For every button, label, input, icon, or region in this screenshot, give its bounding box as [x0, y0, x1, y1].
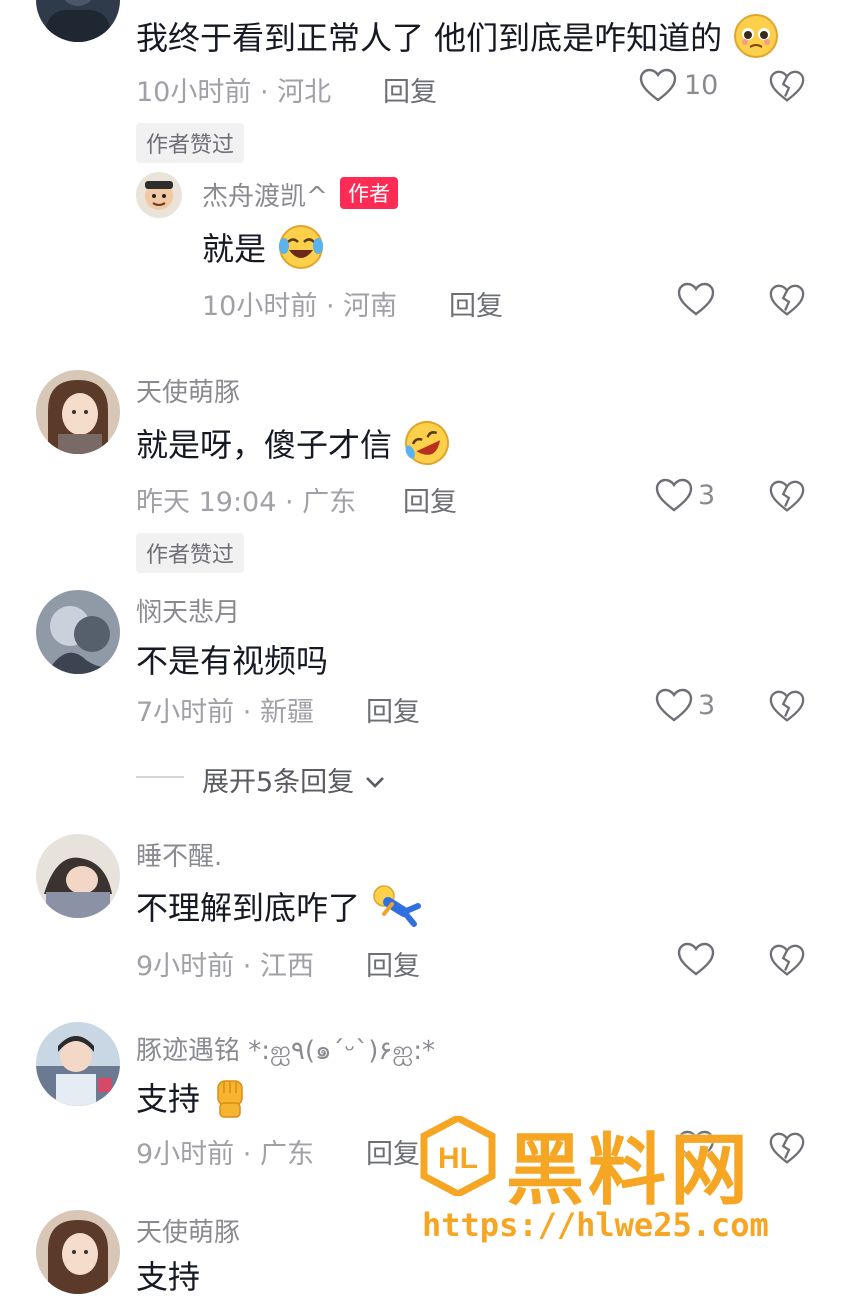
like-count: 3: [698, 480, 716, 511]
crying-laughing-icon: [276, 222, 326, 280]
author-badge: 作者: [340, 177, 398, 209]
reply-button[interactable]: 回复: [366, 690, 420, 729]
avatar[interactable]: [36, 590, 120, 674]
watermark-brand: 黑料网: [506, 1126, 753, 1216]
comment-text: 就是: [202, 222, 326, 280]
comment-meta: 昨天 19:04 · 广东: [136, 487, 357, 518]
broken-heart-icon[interactable]: [768, 478, 808, 518]
like-count: 3: [698, 690, 716, 721]
avatar[interactable]: [136, 172, 182, 218]
broken-heart-icon[interactable]: [768, 68, 808, 108]
reply-button[interactable]: 回复: [366, 1132, 420, 1171]
avatar[interactable]: [36, 0, 120, 42]
raised-fist-icon: [210, 1075, 250, 1127]
comment-text: 支持: [136, 1074, 250, 1127]
comment-text: 不理解到底咋了: [136, 882, 426, 938]
like-count: 10: [684, 70, 719, 101]
comment-meta: 10小时前 · 河北: [136, 77, 332, 108]
heart-icon[interactable]: [676, 940, 720, 984]
comment-meta: 9小时前 · 江西: [136, 951, 314, 982]
comment-meta: 10小时前 · 河南: [202, 291, 398, 322]
comment-text: 我终于看到正常人了 他们到底是咋知道的: [136, 12, 780, 68]
comment-text: 不是有视频吗: [136, 642, 329, 680]
watermark-logo-icon: HL: [420, 1114, 496, 1200]
username[interactable]: 豚迹遇铭 *:ஐ٩(๑´ᵕ`)۶ஐ:*: [136, 1030, 435, 1071]
heart-icon[interactable]: [638, 66, 682, 110]
broken-heart-icon[interactable]: [768, 688, 808, 728]
comment-text: 就是呀，傻子才信: [136, 418, 452, 476]
reply-button[interactable]: 回复: [366, 944, 420, 983]
comment-meta: 7小时前 · 新疆: [136, 697, 314, 728]
pleading-face-icon: [732, 12, 780, 68]
falling-person-icon: [370, 882, 426, 938]
username[interactable]: 杰舟渡凯^: [202, 176, 328, 213]
username[interactable]: 悯天悲月: [136, 592, 240, 629]
watermark: HL 黑料网 https://hlwe25.com: [420, 1108, 820, 1248]
rolling-laughing-icon: [402, 418, 452, 476]
expand-replies-button[interactable]: 展开5条回复: [202, 760, 387, 799]
reply-button[interactable]: 回复: [449, 284, 503, 323]
broken-heart-icon[interactable]: [768, 282, 808, 322]
heart-icon[interactable]: [654, 686, 698, 730]
watermark-url: https://hlwe25.com: [422, 1206, 769, 1244]
avatar[interactable]: [36, 1210, 120, 1294]
username[interactable]: 天使萌豚: [136, 1212, 240, 1249]
reply-button[interactable]: 回复: [383, 70, 437, 109]
chevron-down-icon: [363, 768, 387, 799]
comment-text: 支持: [136, 1258, 201, 1296]
heart-icon[interactable]: [654, 476, 698, 520]
username[interactable]: 睡不醒.: [136, 836, 222, 873]
heart-icon[interactable]: [676, 280, 720, 324]
reply-button[interactable]: 回复: [403, 480, 457, 519]
comment-meta: 9小时前 · 广东: [136, 1139, 314, 1170]
avatar[interactable]: [36, 1022, 120, 1106]
username[interactable]: 天使萌豚: [136, 372, 240, 409]
author-liked-badge: 作者赞过: [136, 533, 245, 573]
avatar[interactable]: [36, 834, 120, 918]
svg-text:HL: HL: [438, 1142, 478, 1175]
author-liked-badge: 作者赞过: [136, 123, 245, 163]
avatar[interactable]: [36, 370, 120, 454]
broken-heart-icon[interactable]: [768, 942, 808, 982]
expand-divider: [136, 776, 184, 778]
